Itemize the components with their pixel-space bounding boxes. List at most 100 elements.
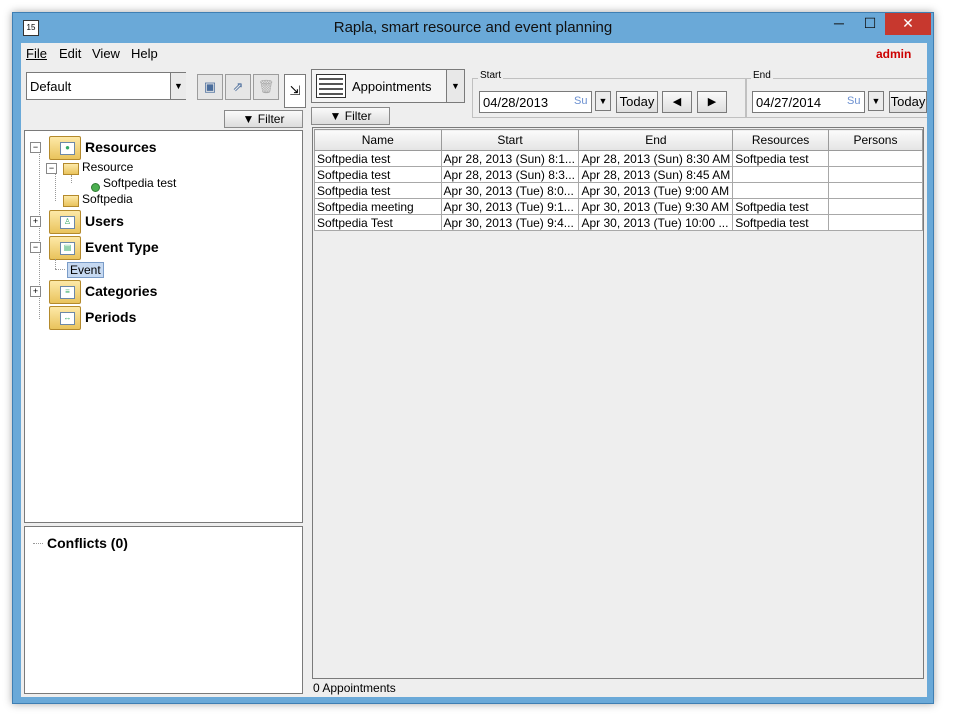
menu-edit[interactable]: Edit xyxy=(59,46,81,61)
triangle-down-icon: ▼ xyxy=(242,112,255,126)
tree-softpedia[interactable]: Softpedia xyxy=(82,192,133,206)
cell-start: Apr 28, 2013 (Sun) 8:1... xyxy=(440,150,580,167)
table-row[interactable]: Softpedia Test Apr 30, 2013 (Tue) 9:4...… xyxy=(314,214,924,231)
expand-toggle-event-type[interactable]: − xyxy=(30,242,41,253)
start-group-title: Start xyxy=(478,70,504,81)
tree-event[interactable]: Event xyxy=(67,262,104,278)
tree-resource-type[interactable]: Resource xyxy=(82,160,133,174)
cell-persons xyxy=(827,166,924,183)
maximize-button[interactable]: ☐ xyxy=(856,13,884,35)
start-today-button[interactable]: Today xyxy=(616,91,658,113)
cell-name: Softpedia test xyxy=(314,166,442,183)
user-label: admin xyxy=(876,47,912,61)
previous-period-button[interactable]: ◀ xyxy=(662,91,692,113)
end-date-dropdown[interactable]: ▼ xyxy=(868,91,884,111)
periods-badge-icon: ↔ xyxy=(60,312,75,325)
triangle-down-icon: ▼ xyxy=(329,109,342,123)
cell-end: Apr 30, 2013 (Tue) 10:00 ... xyxy=(578,214,734,231)
expand-toggle-users[interactable]: + xyxy=(30,216,41,227)
delete-button[interactable]: 🗑 xyxy=(253,74,279,100)
tree-users[interactable]: Users xyxy=(85,213,124,229)
minimize-button[interactable]: ─ xyxy=(825,13,853,35)
menu-file[interactable]: File xyxy=(26,46,47,61)
end-date-group: End 04/27/2014 Su ▼ Today xyxy=(745,70,927,118)
chevron-down-icon: ▼ xyxy=(871,96,881,106)
view-type-select[interactable]: Appointments ▼ xyxy=(311,69,465,103)
save-button[interactable]: ▣ xyxy=(197,74,223,100)
cell-start: Apr 30, 2013 (Tue) 9:1... xyxy=(440,198,580,215)
cell-start: Apr 30, 2013 (Tue) 9:4... xyxy=(440,214,580,231)
view-select-value: Default xyxy=(30,79,72,94)
cell-persons xyxy=(827,182,924,199)
client-area: File Edit View Help admin Default ▼ ▣ ⇗ … xyxy=(21,43,927,697)
table-row[interactable]: Softpedia test Apr 30, 2013 (Tue) 8:0...… xyxy=(314,182,924,199)
appointments-table: Name Start End Resources Persons Softped… xyxy=(314,129,924,231)
cell-persons xyxy=(827,214,924,231)
cell-persons xyxy=(827,150,924,167)
start-date-dropdown[interactable]: ▼ xyxy=(595,91,611,111)
cell-start: Apr 28, 2013 (Sun) 8:3... xyxy=(440,166,580,183)
table-row[interactable]: Softpedia test Apr 28, 2013 (Sun) 8:1...… xyxy=(314,150,924,167)
tree-periods[interactable]: Periods xyxy=(85,309,136,325)
collapse-icon: ⇲ xyxy=(289,83,301,98)
table-view-icon xyxy=(316,74,346,98)
export-icon: ⇗ xyxy=(232,79,244,94)
menu-view[interactable]: View xyxy=(92,46,120,61)
chevron-down-icon[interactable]: ▼ xyxy=(446,70,464,102)
window-title: Rapla, smart resource and event planning xyxy=(333,19,613,36)
chevron-down-icon[interactable]: ▼ xyxy=(170,73,186,99)
cell-end: Apr 30, 2013 (Tue) 9:30 AM xyxy=(578,198,734,215)
tree-connector xyxy=(71,175,72,183)
expand-toggle-categories[interactable]: + xyxy=(30,286,41,297)
save-icon: ▣ xyxy=(203,79,217,94)
cell-name: Softpedia test xyxy=(314,182,442,199)
start-date-day: Su xyxy=(574,95,588,107)
cell-name: Softpedia test xyxy=(314,150,442,167)
conflicts-label[interactable]: Conflicts (0) xyxy=(47,535,128,551)
tree-resource-item[interactable]: Softpedia test xyxy=(103,176,176,190)
export-button[interactable]: ⇗ xyxy=(225,74,251,100)
start-date-field[interactable]: 04/28/2013 Su xyxy=(479,91,592,113)
cell-name: Softpedia Test xyxy=(314,214,442,231)
cell-resources: Softpedia test xyxy=(732,198,829,215)
table-row[interactable]: Softpedia test Apr 28, 2013 (Sun) 8:3...… xyxy=(314,166,924,183)
right-filter-button[interactable]: ▼ Filter xyxy=(311,107,390,125)
column-header-end[interactable]: End xyxy=(578,129,734,151)
end-date-value: 04/27/2014 xyxy=(756,95,822,110)
tree-resources[interactable]: Resources xyxy=(85,139,157,155)
expand-toggle-resource[interactable]: − xyxy=(46,163,57,174)
view-select[interactable]: Default ▼ xyxy=(26,72,186,100)
end-date-day: Su xyxy=(847,95,861,107)
left-arrow-icon: ◀ xyxy=(672,96,682,108)
collapse-panel-button[interactable]: ⇲ xyxy=(284,74,306,108)
chevron-down-icon: ▼ xyxy=(598,96,608,106)
left-filter-button[interactable]: ▼ Filter xyxy=(224,110,303,128)
column-header-persons[interactable]: Persons xyxy=(827,129,924,151)
column-header-start[interactable]: Start xyxy=(440,129,580,151)
view-type-label: Appointments xyxy=(352,79,432,94)
event-badge-icon: ▤ xyxy=(60,242,75,255)
close-button[interactable]: ✕ xyxy=(885,13,931,35)
end-today-button[interactable]: Today xyxy=(889,91,927,113)
column-header-resources[interactable]: Resources xyxy=(732,129,829,151)
tree-categories[interactable]: Categories xyxy=(85,283,157,299)
next-period-button[interactable]: ▶ xyxy=(697,91,727,113)
cell-persons xyxy=(827,198,924,215)
tree-event-type[interactable]: Event Type xyxy=(85,239,159,255)
tree-connector xyxy=(55,269,65,270)
title-bar[interactable]: 15 Rapla, smart resource and event plann… xyxy=(13,13,933,43)
start-date-value: 04/28/2013 xyxy=(483,95,549,110)
users-folder-icon: ♙ xyxy=(49,210,81,234)
users-badge-icon: ♙ xyxy=(60,216,75,229)
table-row[interactable]: Softpedia meeting Apr 30, 2013 (Tue) 9:1… xyxy=(314,198,924,215)
filter-label: Filter xyxy=(344,109,372,123)
menu-help[interactable]: Help xyxy=(131,46,158,61)
end-date-field[interactable]: 04/27/2014 Su xyxy=(752,91,865,113)
cell-end: Apr 28, 2013 (Sun) 8:45 AM xyxy=(578,166,734,183)
cell-end: Apr 28, 2013 (Sun) 8:30 AM xyxy=(578,150,734,167)
expand-toggle-resources[interactable]: − xyxy=(30,142,41,153)
column-header-name[interactable]: Name xyxy=(314,129,442,151)
cell-end: Apr 30, 2013 (Tue) 9:00 AM xyxy=(578,182,734,199)
right-arrow-icon: ▶ xyxy=(707,96,717,108)
trash-icon: 🗑 xyxy=(257,79,275,94)
